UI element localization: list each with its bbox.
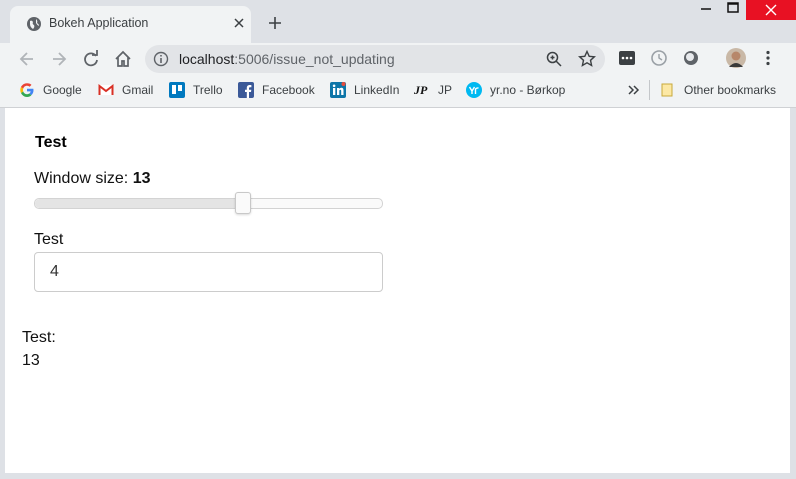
bookmark-yr[interactable]: yr.no - Børkop [466, 82, 565, 98]
tab-title: Bokeh Application [49, 16, 149, 30]
window-size-slider[interactable] [34, 192, 383, 214]
bookmark-label: Gmail [122, 83, 154, 97]
url-path: :5006/issue_not_updating [234, 51, 395, 67]
new-tab-icon[interactable] [266, 14, 284, 32]
slider-label: Window size: [34, 170, 133, 187]
address-bar[interactable]: localhost:5006/issue_not_updating [145, 45, 605, 73]
maximize-icon[interactable] [718, 0, 748, 20]
bookmark-label: Trello [193, 83, 223, 97]
page-heading: Test [35, 134, 67, 151]
bookmark-google[interactable]: Google [19, 82, 82, 98]
bookmarks-bar: Google Gmail Trello Facebook LinkedIn JP… [0, 74, 796, 108]
bookmark-other[interactable]: Other bookmarks [660, 82, 776, 98]
input-label: Test [34, 231, 64, 248]
zoom-icon[interactable] [546, 51, 562, 67]
minimize-icon[interactable] [691, 0, 721, 20]
avatar[interactable] [726, 48, 746, 68]
bookmark-label: yr.no - Børkop [490, 83, 566, 97]
browser-toolbar: localhost:5006/issue_not_updating [0, 43, 796, 74]
url-text[interactable]: localhost:5006/issue_not_updating [179, 51, 395, 67]
reload-icon[interactable] [81, 49, 101, 69]
slider-handle[interactable] [235, 192, 252, 214]
gmail-icon [98, 83, 114, 95]
extension-timer-icon[interactable] [650, 49, 668, 67]
svg-text:JP: JP [414, 83, 428, 97]
bookmark-facebook[interactable]: Facebook [238, 82, 315, 98]
bookmarks-divider [649, 80, 650, 100]
slider-title: Window size: 13 [34, 170, 151, 188]
url-host: localhost [179, 51, 235, 67]
info-icon[interactable] [153, 51, 169, 67]
linkedin-icon [330, 82, 346, 98]
extension-menu-icon[interactable] [618, 49, 636, 67]
bookmark-label: LinkedIn [354, 83, 400, 97]
test-input[interactable] [34, 252, 383, 292]
close-window-icon[interactable] [746, 0, 796, 20]
output-value: 13 [22, 352, 40, 369]
more-menu-icon[interactable] [759, 49, 777, 67]
bookmark-linkedin[interactable]: LinkedIn [330, 82, 399, 98]
bookmark-star-icon[interactable] [578, 50, 596, 68]
google-icon [20, 83, 34, 97]
browser-tab[interactable]: Bokeh Application [10, 6, 251, 43]
chevron-double-right-icon[interactable] [627, 83, 641, 97]
bookmark-jp[interactable]: JP JP [414, 82, 452, 98]
close-tab-icon[interactable] [231, 15, 247, 31]
forward-icon[interactable] [49, 49, 69, 69]
facebook-icon [238, 82, 254, 98]
back-icon[interactable] [17, 49, 37, 69]
extension-circle-icon[interactable] [682, 49, 700, 67]
yr-icon [466, 82, 482, 98]
slider-value: 13 [132, 170, 151, 187]
page-content: Test Window size: 13 Test Test: 13 [5, 108, 790, 473]
bookmark-gmail[interactable]: Gmail [98, 82, 153, 98]
bookmark-label: Facebook [262, 83, 315, 97]
globe-icon [27, 17, 41, 31]
jp-icon: JP [414, 83, 428, 97]
output-label: Test: [22, 329, 56, 346]
slider-fill [35, 199, 244, 208]
tab-strip: Bokeh Application [0, 0, 796, 43]
home-icon[interactable] [113, 49, 133, 69]
bookmark-trello[interactable]: Trello [169, 82, 223, 98]
bookmark-label: JP [438, 83, 453, 97]
folder-icon [661, 83, 673, 97]
trello-icon [169, 82, 185, 98]
bookmark-label: Google [43, 83, 82, 97]
bookmark-label: Other bookmarks [684, 83, 777, 97]
